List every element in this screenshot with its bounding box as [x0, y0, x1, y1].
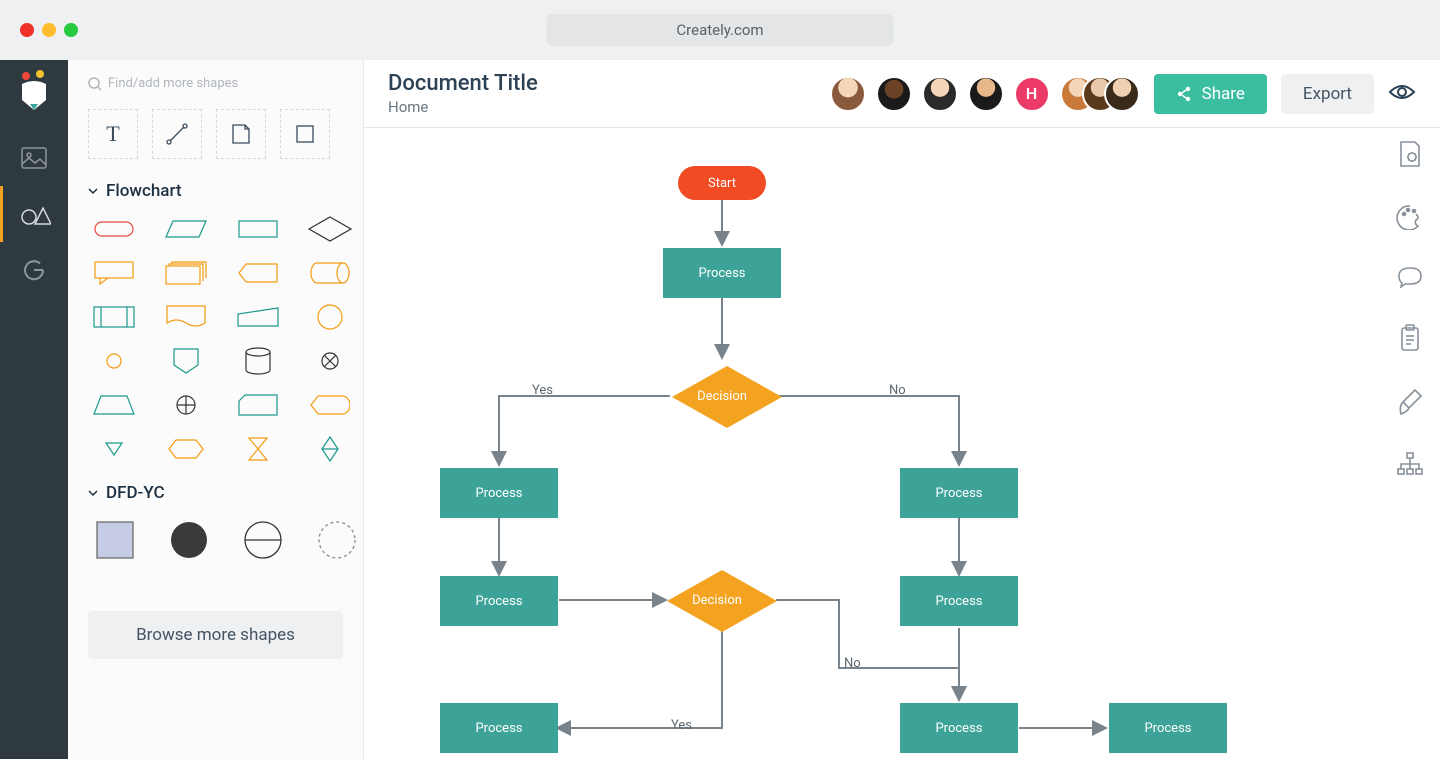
document-header: Document Title Home H [364, 60, 1440, 128]
shape-sort[interactable] [308, 435, 352, 463]
close-window[interactable] [20, 23, 34, 37]
shapes-panel: Find/add more shapes T Flowchart [68, 60, 364, 759]
node-start[interactable]: Start [678, 166, 766, 200]
clipboard-icon[interactable] [1399, 324, 1421, 356]
address-bar[interactable]: Creately.com [546, 14, 893, 46]
label-no-2: No [844, 656, 861, 671]
avatar-8[interactable] [1104, 76, 1140, 112]
dfd-entity[interactable] [92, 517, 138, 563]
window-titlebar: Creately.com [0, 0, 1440, 60]
main-area: Document Title Home H [364, 60, 1440, 759]
shape-display[interactable] [308, 391, 352, 419]
shape-parallelogram[interactable] [164, 215, 208, 243]
rect-tool[interactable] [280, 109, 330, 159]
shape-callout[interactable] [92, 259, 136, 287]
node-process-7[interactable]: Process [900, 703, 1018, 753]
shape-manual-input[interactable] [236, 303, 280, 331]
shape-diamond[interactable] [308, 215, 352, 243]
maximize-window[interactable] [64, 23, 78, 37]
shape-subprocess[interactable] [92, 303, 136, 331]
left-nav [0, 60, 68, 759]
text-tool[interactable]: T [88, 109, 138, 159]
shape-trapezoid[interactable] [92, 391, 136, 419]
shape-search[interactable]: Find/add more shapes [88, 76, 343, 91]
shape-cylinder-h[interactable] [308, 259, 352, 287]
shape-rectangle[interactable] [236, 215, 280, 243]
collaborator-avatars: H [830, 76, 1140, 112]
flowchart-section: Flowchart [88, 181, 343, 463]
label-yes-2: Yes [671, 718, 692, 733]
node-process-2[interactable]: Process [440, 468, 558, 518]
shape-document[interactable] [164, 303, 208, 331]
shape-tag[interactable] [236, 259, 280, 287]
browse-shapes-button[interactable]: Browse more shapes [88, 611, 343, 659]
page-settings-icon[interactable] [1397, 140, 1423, 172]
node-process-1[interactable]: Process [663, 248, 781, 298]
palette-icon[interactable] [1396, 204, 1424, 234]
avatar-3[interactable] [922, 76, 958, 112]
dfd-toggle[interactable]: DFD-YC [88, 483, 343, 503]
flowchart-toggle[interactable]: Flowchart [88, 181, 343, 201]
quick-tools: T [88, 109, 343, 159]
label-yes-1: Yes [532, 383, 553, 398]
nav-google-icon[interactable] [0, 242, 68, 298]
nav-shapes-icon[interactable] [0, 186, 68, 242]
node-process-8[interactable]: Process [1109, 703, 1227, 753]
brush-icon[interactable] [1397, 388, 1423, 420]
breadcrumb[interactable]: Home [388, 98, 538, 116]
app-logo[interactable] [16, 70, 52, 110]
shape-connector-small[interactable] [92, 347, 136, 375]
shape-card[interactable] [236, 391, 280, 419]
nav-image-icon[interactable] [0, 130, 68, 186]
shape-hexagon[interactable] [164, 435, 208, 463]
minimize-window[interactable] [42, 23, 56, 37]
node-process-6[interactable]: Process [440, 703, 558, 753]
shape-collate[interactable] [236, 435, 280, 463]
node-process-5[interactable]: Process [900, 576, 1018, 626]
node-decision-1[interactable]: Decision [672, 366, 772, 426]
canvas[interactable]: Start Process Decision Yes No Process Pr… [364, 128, 1440, 759]
comment-icon[interactable] [1397, 266, 1423, 292]
shape-stack[interactable] [164, 259, 208, 287]
node-process-4[interactable]: Process [440, 576, 558, 626]
flowchart-connectors [364, 128, 1440, 759]
export-button[interactable]: Export [1281, 74, 1374, 114]
page-tool[interactable] [216, 109, 266, 159]
shape-offpage[interactable] [164, 347, 208, 375]
shape-or[interactable] [164, 391, 208, 419]
avatar-4[interactable] [968, 76, 1004, 112]
shape-circle[interactable] [308, 303, 352, 331]
shape-sum[interactable] [308, 347, 352, 375]
dfd-section: DFD-YC [88, 483, 343, 563]
line-tool[interactable] [152, 109, 202, 159]
dfd-datastore[interactable] [240, 517, 286, 563]
shape-merge[interactable] [92, 435, 136, 463]
dfd-process-filled[interactable] [166, 517, 212, 563]
share-button[interactable]: Share [1154, 74, 1267, 114]
label-no-1: No [889, 383, 906, 398]
document-title[interactable]: Document Title [388, 71, 538, 96]
window-controls [20, 23, 78, 37]
right-toolbar [1380, 60, 1440, 480]
dfd-process-dashed[interactable] [314, 517, 360, 563]
node-decision-2[interactable]: Decision [667, 570, 767, 630]
avatar-5[interactable]: H [1014, 76, 1050, 112]
search-placeholder: Find/add more shapes [108, 76, 238, 91]
node-process-3[interactable]: Process [900, 468, 1018, 518]
avatar-2[interactable] [876, 76, 912, 112]
shape-cylinder-v[interactable] [236, 347, 280, 375]
avatar-1[interactable] [830, 76, 866, 112]
shape-terminator[interactable] [92, 215, 136, 243]
hierarchy-icon[interactable] [1396, 452, 1424, 480]
